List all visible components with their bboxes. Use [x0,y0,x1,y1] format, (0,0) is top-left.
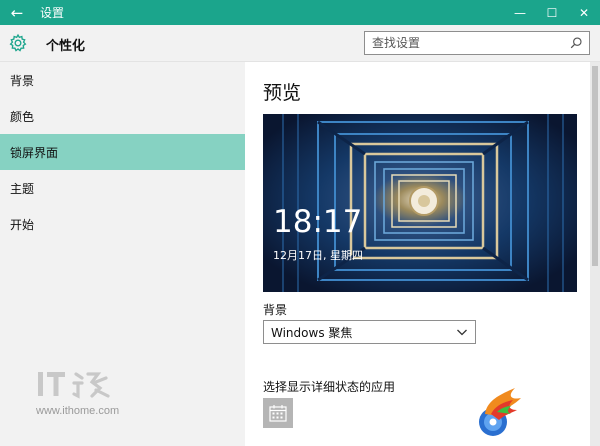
scrollbar-thumb[interactable] [592,66,598,266]
detailed-status-app-button[interactable] [263,398,293,428]
chevron-down-icon [457,329,467,336]
search-input[interactable] [365,33,565,53]
gear-icon [9,33,27,52]
window-title: 设置 [40,6,65,20]
maximize-button[interactable]: ☐ [536,0,568,25]
minimize-icon: — [514,5,526,20]
back-button[interactable]: ← [0,0,34,25]
window-controls: — ☐ ✕ [504,0,600,25]
flame-disc-logo [479,388,521,436]
title-bar: ← 设置 — ☐ ✕ [0,0,600,25]
vertical-scrollbar[interactable] [590,62,600,446]
sidebar-item-themes[interactable]: 主题 [0,170,245,206]
sidebar-item-lock-screen[interactable]: 锁屏界面 [0,134,245,170]
close-button[interactable]: ✕ [568,0,600,25]
search-box[interactable] [364,31,590,55]
watermark-url: www.ithome.com [36,405,120,417]
calendar-icon [269,405,287,422]
preview-clock-time: 18:17 [273,204,363,240]
preview-heading: 预览 [263,82,302,104]
sidebar-item-start[interactable]: 开始 [0,206,245,242]
background-dropdown[interactable]: Windows 聚焦 [263,320,476,344]
ithome-watermark: www.ithome.com [36,368,146,420]
lock-screen-preview: 18:17 12月17日, 星期四 [263,114,577,292]
detailed-status-app-label: 选择显示详细状态的应用 [263,380,396,394]
background-label: 背景 [263,303,288,317]
ithome-logo [38,372,110,399]
maximize-icon: ☐ [546,5,558,20]
sidebar-item-colors[interactable]: 颜色 [0,98,245,134]
sidebar-item-background[interactable]: 背景 [0,62,245,98]
preview-wallpaper-image [263,114,577,292]
background-dropdown-value: Windows 聚焦 [271,325,353,340]
back-arrow-icon: ← [10,3,24,22]
page-header: 个性化 [0,25,600,62]
main-content: 预览 18:17 12月17日, 星期四 背景 Windows 聚焦 选择显示详… [245,62,600,446]
close-icon: ✕ [578,5,590,20]
minimize-button[interactable]: — [504,0,536,25]
preview-clock-date: 12月17日, 星期四 [273,249,363,262]
search-icon[interactable] [569,36,583,50]
page-title: 个性化 [46,39,86,54]
